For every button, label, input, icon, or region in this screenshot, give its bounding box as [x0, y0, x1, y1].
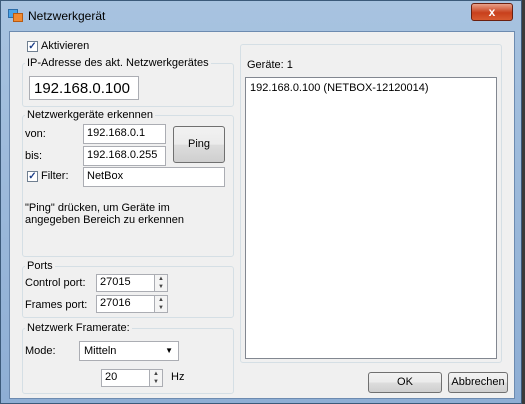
ip-address-label: IP-Adresse des akt. Netzwerkgerätes: [25, 57, 211, 69]
ok-button[interactable]: OK: [368, 372, 442, 393]
filter-checkbox[interactable]: ✓: [27, 171, 38, 182]
mode-dropdown-value: Mitteln: [84, 345, 117, 357]
close-icon: x: [488, 5, 496, 19]
framerate-unit: Hz: [171, 371, 185, 383]
ping-button[interactable]: Ping: [173, 126, 225, 163]
devices-panel: Geräte: 1 192.168.0.100 (NETBOX-12120014…: [240, 44, 502, 363]
control-port-field[interactable]: 27015: [96, 274, 156, 292]
window-title: Netzwerkgerät: [28, 9, 106, 23]
framerate-group-title: Netzwerk Framerate:: [25, 322, 132, 334]
title-bar[interactable]: Netzwerkgerät x: [1, 1, 521, 31]
devices-count: Geräte: 1: [247, 59, 293, 71]
ip-address-group: IP-Adresse des akt. Netzwerkgerätes 192.…: [22, 57, 234, 107]
control-port-label: Control port:: [25, 277, 86, 289]
list-item[interactable]: 192.168.0.100 (NETBOX-12120014): [250, 82, 492, 94]
frames-port-spinner[interactable]: ▲ ▼: [154, 295, 168, 313]
mode-label: Mode:: [25, 345, 56, 357]
frames-port-label: Frames port:: [25, 299, 88, 311]
detect-group: Netzwerkgeräte erkennen von: 192.168.0.1…: [22, 109, 234, 257]
control-port-spinner[interactable]: ▲ ▼: [154, 274, 168, 292]
devices-list[interactable]: 192.168.0.100 (NETBOX-12120014): [245, 77, 497, 359]
framerate-group: Netzwerk Framerate: Mode: Mitteln ▼ 20 ▲…: [22, 322, 234, 394]
activate-checkbox[interactable]: ✓: [27, 41, 38, 52]
ports-group-title: Ports: [25, 260, 55, 272]
chevron-down-icon: ▼: [165, 346, 173, 355]
dialog-window: Netzwerkgerät x ✓ Aktivieren IP-Adresse …: [0, 0, 522, 404]
ports-group: Ports Control port: 27015 ▲ ▼ Frames port…: [22, 260, 234, 318]
activate-label: Aktivieren: [41, 40, 90, 52]
to-field[interactable]: 192.168.0.255: [83, 146, 166, 166]
from-label: von:: [25, 128, 46, 140]
to-label: bis:: [25, 150, 43, 162]
mode-dropdown[interactable]: Mitteln ▼: [79, 341, 179, 361]
framerate-spinner[interactable]: ▲ ▼: [149, 369, 163, 387]
filter-label: Filter:: [41, 170, 69, 182]
filter-field[interactable]: NetBox: [83, 167, 225, 187]
detect-group-title: Netzwerkgeräte erkennen: [25, 109, 155, 121]
cancel-button[interactable]: Abbrechen: [448, 372, 508, 393]
framerate-field[interactable]: 20: [101, 369, 151, 387]
close-button[interactable]: x: [471, 3, 513, 21]
from-field[interactable]: 192.168.0.1: [83, 124, 166, 144]
frames-port-field[interactable]: 27016: [96, 295, 156, 313]
ip-address-field[interactable]: 192.168.0.100: [29, 76, 139, 100]
ping-hint: "Ping" drücken, um Geräte im angegeben B…: [25, 202, 185, 226]
dialog-client-area: ✓ Aktivieren IP-Adresse des akt. Netzwer…: [9, 31, 515, 399]
network-device-icon: [8, 9, 23, 22]
